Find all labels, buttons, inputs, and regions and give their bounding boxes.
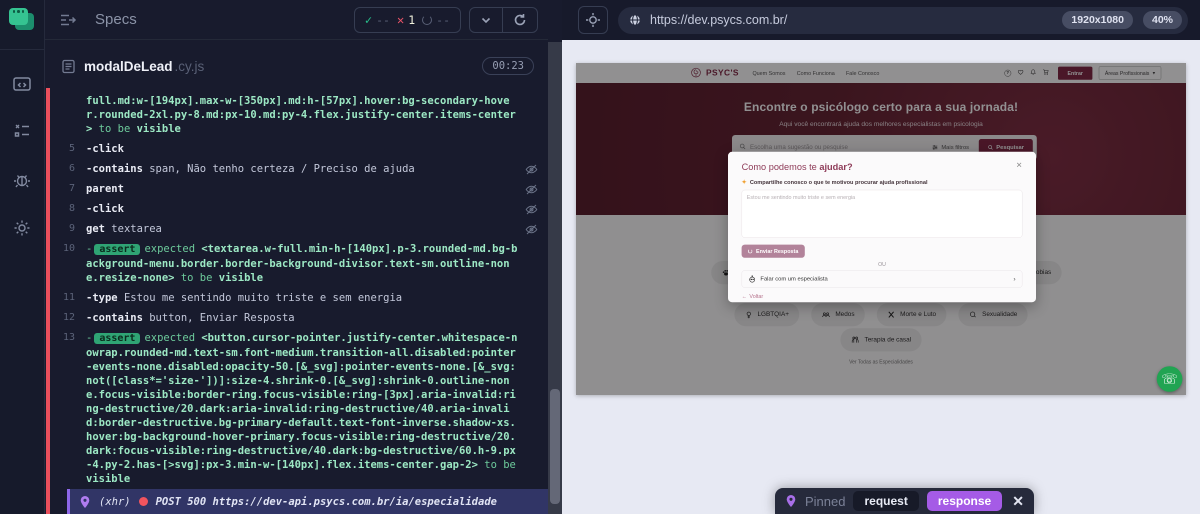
robot-icon bbox=[748, 275, 756, 283]
modal-divider-label: Ou bbox=[742, 261, 1023, 267]
talk-to-specialist-option[interactable]: Falar com um especialista › bbox=[742, 270, 1023, 288]
pinned-xhr-row[interactable]: (xhr) POST 500 https://dev-api.psycs.com… bbox=[67, 489, 548, 514]
pending-ring-icon bbox=[422, 15, 432, 25]
tab-request[interactable]: request bbox=[853, 491, 918, 511]
hidden-eye-slash-icon bbox=[518, 202, 544, 216]
viewport-size-badge: 1920x1080 bbox=[1062, 11, 1133, 29]
globe-icon bbox=[628, 13, 642, 27]
command-row-click[interactable]: 8 -click bbox=[50, 199, 548, 219]
modal-prompt: ✦ Compartilhe conosco o que te motivou p… bbox=[742, 179, 1023, 186]
whatsapp-phone-icon: ☏ bbox=[1161, 371, 1178, 387]
url-bar[interactable]: https://dev.psycs.com.br/ 1920x1080 40% bbox=[618, 7, 1188, 34]
command-row-contains[interactable]: 6 -contains span, Não tenho certeza / Pr… bbox=[50, 159, 548, 179]
loading-spinner-icon bbox=[748, 249, 752, 253]
aut-toolbar: https://dev.psycs.com.br/ 1920x1080 40% bbox=[562, 0, 1200, 40]
xhr-request-text: POST 500 https://dev-api.psycs.com.br/ia… bbox=[156, 496, 497, 508]
command-log: full.md:w-[194px].max-w-[350px].md:h-[57… bbox=[50, 88, 548, 489]
command-row-get[interactable]: 9 get textarea bbox=[50, 219, 548, 239]
command-row-click[interactable]: 5 -click bbox=[50, 139, 548, 159]
spec-file-ext: .cy.js bbox=[175, 59, 205, 74]
spec-duration-badge: 00:23 bbox=[482, 57, 534, 75]
command-row-contains[interactable]: 12 -contains button, Enviar Resposta bbox=[50, 308, 548, 328]
command-row-assert[interactable]: 10 -assertexpected <textarea.w-full.min-… bbox=[50, 239, 548, 288]
stat-pending: -- bbox=[422, 13, 450, 27]
site-under-test: PSYC'S Quem Somos Como Funciona Fale Con… bbox=[576, 63, 1186, 395]
assert-badge: assert bbox=[94, 244, 140, 255]
aut-url: https://dev.psycs.com.br/ bbox=[650, 13, 1052, 27]
unpin-close-icon[interactable]: ✕ bbox=[1012, 493, 1024, 510]
modal-close-icon[interactable]: ✕ bbox=[1016, 161, 1022, 169]
scrollbar-thumb[interactable] bbox=[550, 389, 560, 504]
viewport-scale-badge: 40% bbox=[1143, 11, 1182, 29]
hidden-eye-slash-icon bbox=[518, 222, 544, 236]
back-link[interactable]: ← Voltar bbox=[742, 293, 1023, 299]
debug-bug-icon[interactable] bbox=[9, 167, 35, 193]
stat-failed: ✕ 1 bbox=[397, 13, 415, 27]
command-row-type[interactable]: 11 -type Estou me sentindo muito triste … bbox=[50, 288, 548, 308]
test-stats: ✓ -- ✕ 1 -- bbox=[354, 7, 461, 33]
stat-passed: ✓ -- bbox=[365, 13, 390, 27]
pinned-console-bar: Pinned request response ✕ bbox=[775, 488, 1034, 514]
sparkle-icon: ✦ bbox=[742, 179, 747, 186]
specs-title: Specs bbox=[95, 11, 354, 28]
whatsapp-button[interactable]: ☏ bbox=[1157, 366, 1183, 392]
selector-playground-button[interactable] bbox=[578, 6, 608, 34]
hidden-eye-slash-icon bbox=[518, 182, 544, 196]
back-arrow-icon: ← bbox=[742, 293, 747, 299]
modal-title: Como podemos te ajudar? bbox=[742, 161, 853, 172]
settings-gear-icon[interactable] bbox=[9, 215, 35, 241]
collapse-chevron-button[interactable] bbox=[470, 8, 502, 32]
cypress-nav-rail bbox=[0, 0, 45, 514]
rerun-button[interactable] bbox=[502, 8, 537, 32]
reporter-scrollbar bbox=[548, 0, 562, 514]
command-row-wrapped-assert[interactable]: full.md:w-[194px].max-w-[350px].md:h-[57… bbox=[50, 91, 548, 139]
tab-response[interactable]: response bbox=[927, 491, 1002, 511]
specs-browser-icon[interactable] bbox=[9, 71, 35, 97]
app-root: Specs ✓ -- ✕ 1 -- bbox=[0, 0, 1200, 514]
chevron-right-icon: › bbox=[1013, 275, 1015, 283]
cypress-logo-icon[interactable] bbox=[9, 8, 36, 33]
aut-viewport-area: PSYC'S Quem Somos Como Funciona Fale Con… bbox=[562, 40, 1200, 514]
command-row-parent[interactable]: 7 parent bbox=[50, 179, 548, 199]
cross-icon: ✕ bbox=[397, 13, 404, 27]
hidden-eye-slash-icon bbox=[518, 162, 544, 176]
pin-icon bbox=[79, 495, 91, 509]
assert-badge: assert bbox=[94, 333, 140, 344]
xhr-error-dot bbox=[139, 497, 148, 506]
spec-file-bar[interactable]: modalDeLead .cy.js 00:23 bbox=[45, 48, 548, 84]
lead-modal: Como podemos te ajudar? ✕ ✦ Compartilhe … bbox=[728, 152, 1036, 302]
motivation-textarea[interactable]: Estou me sentindo muito triste e sem ene… bbox=[742, 190, 1023, 238]
command-row-assert[interactable]: 13 -assertexpected <button.cursor-pointe… bbox=[50, 328, 548, 489]
reporter-header: Specs ✓ -- ✕ 1 -- bbox=[45, 0, 548, 40]
cypress-reporter: Specs ✓ -- ✕ 1 -- bbox=[45, 0, 548, 514]
aut-panel: https://dev.psycs.com.br/ 1920x1080 40% … bbox=[562, 0, 1200, 514]
send-response-button[interactable]: Enviar Resposta bbox=[742, 245, 805, 258]
runs-list-icon[interactable] bbox=[9, 119, 35, 145]
pinned-label: Pinned bbox=[805, 494, 845, 509]
specs-list-icon[interactable] bbox=[59, 12, 77, 28]
spec-file-name: modalDeLead bbox=[84, 59, 173, 74]
scrollbar-track[interactable] bbox=[548, 42, 562, 514]
xhr-label: (xhr) bbox=[99, 496, 131, 508]
pin-icon bbox=[785, 494, 797, 508]
spec-file-icon bbox=[61, 59, 76, 74]
rail-divider bbox=[0, 49, 45, 50]
check-icon: ✓ bbox=[365, 13, 372, 27]
run-controls bbox=[469, 7, 538, 33]
